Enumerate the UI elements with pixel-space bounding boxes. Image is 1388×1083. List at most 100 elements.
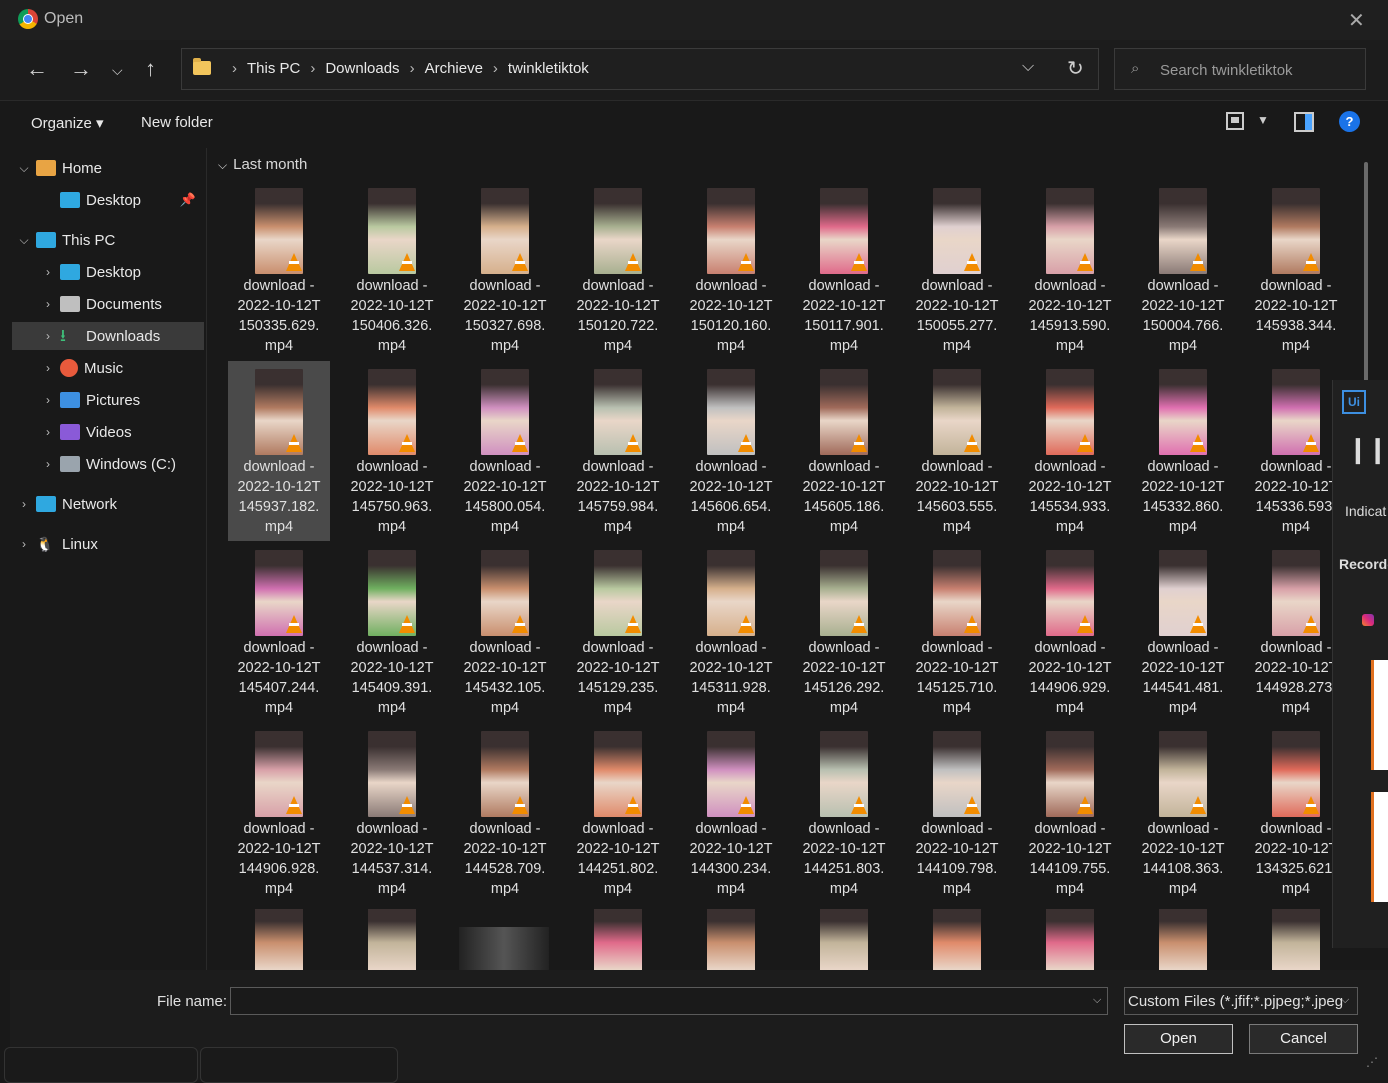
recent-locations-icon[interactable]: ⌵ [112, 62, 123, 79]
chevron-right-icon[interactable]: › [36, 425, 60, 439]
file-tile[interactable]: download - 2022-10-12T 145759.984. mp4 [567, 361, 669, 541]
file-tile[interactable]: download - 2022-10-12T 145606.654. mp4 [680, 361, 782, 541]
file-tile[interactable]: download - 2022-10-12T 145129.235. mp4 [567, 542, 669, 722]
file-tile[interactable]: download - 2022-10-12T 145534.933. mp4 [1019, 361, 1121, 541]
file-tile[interactable]: download - 2022-10-12T 145603.555. mp4 [906, 361, 1008, 541]
video-thumbnail[interactable] [707, 909, 755, 970]
recorder-card[interactable] [1371, 792, 1388, 902]
chevron-down-icon[interactable]: ⌵ [1093, 994, 1101, 1007]
chevron-down-icon[interactable]: ⌵ [1341, 994, 1349, 1007]
change-view-icon[interactable] [1226, 112, 1244, 130]
sidebar-item-network[interactable]: › Network [12, 490, 204, 518]
back-icon[interactable]: ← [26, 56, 48, 82]
file-tile[interactable]: download - 2022-10-12T 145913.590. mp4 [1019, 180, 1121, 360]
chevron-down-icon[interactable]: ⌵ [12, 233, 36, 248]
chevron-right-icon[interactable]: › [36, 265, 60, 279]
group-header[interactable]: ⌵ Last month [218, 156, 307, 173]
organize-button[interactable]: Organize ▾ [31, 114, 104, 132]
chevron-down-icon[interactable]: ⌵ [1022, 58, 1034, 76]
file-tile[interactable]: download - 2022-10-12T 144906.929. mp4 [1019, 542, 1121, 722]
chevron-right-icon[interactable]: › [12, 497, 36, 511]
file-tile[interactable]: download - 2022-10-12T 144300.234. mp4 [680, 723, 782, 903]
up-icon[interactable]: ↑ [145, 56, 156, 82]
file-tile[interactable]: download - 2022-10-12T 145750.963. mp4 [341, 361, 443, 541]
search-input[interactable] [1158, 55, 1362, 85]
chevron-right-icon[interactable]: › [36, 329, 60, 343]
file-tile[interactable]: download - 2022-10-12T 145126.292. mp4 [793, 542, 895, 722]
file-tile[interactable]: download - 2022-10-12T 150406.326. mp4 [341, 180, 443, 360]
file-tile[interactable]: download - 2022-10-12T 150327.698. mp4 [454, 180, 556, 360]
new-folder-button[interactable]: New folder [141, 114, 213, 131]
file-tile[interactable]: download - 2022-10-12T 144541.481. mp4 [1132, 542, 1234, 722]
file-name-input[interactable] [230, 987, 1108, 1015]
chevron-right-icon[interactable]: › [36, 393, 60, 407]
file-type-select[interactable]: Custom Files (*.jfif;*.pjpeg;*.jpeg [1124, 987, 1358, 1015]
cancel-button[interactable]: Cancel [1249, 1024, 1358, 1054]
file-tile[interactable]: download - 2022-10-12T 145800.054. mp4 [454, 361, 556, 541]
file-tile[interactable]: download - 2022-10-12T 144251.802. mp4 [567, 723, 669, 903]
file-tile[interactable]: download - 2022-10-12T 145407.244. mp4 [228, 542, 330, 722]
pause-icon[interactable]: ❙❙ [1347, 434, 1388, 465]
video-thumbnail[interactable] [594, 909, 642, 970]
file-tile[interactable]: download - 2022-10-12T 145432.105. mp4 [454, 542, 556, 722]
sidebar-item-downloads[interactable]: › ⭳ Downloads [12, 322, 204, 350]
video-thumbnail[interactable] [820, 909, 868, 970]
resize-grip-icon[interactable]: ⋰ [1366, 1055, 1378, 1069]
taskbar-button[interactable] [200, 1047, 398, 1083]
file-tile[interactable]: download - 2022-10-12T 145311.928. mp4 [680, 542, 782, 722]
file-tile[interactable]: download - 2022-10-12T 150055.277. mp4 [906, 180, 1008, 360]
file-tile[interactable]: download - 2022-10-12T 144251.803. mp4 [793, 723, 895, 903]
sidebar-item-pictures[interactable]: › Pictures [12, 386, 204, 414]
video-thumbnail[interactable] [933, 909, 981, 970]
sidebar-item-desktop[interactable]: › Desktop [12, 258, 204, 286]
video-thumbnail[interactable] [1272, 909, 1320, 970]
file-tile[interactable]: download - 2022-10-12T 145409.391. mp4 [341, 542, 443, 722]
video-thumbnail[interactable] [255, 909, 303, 970]
view-options-dropdown-icon[interactable]: ▼ [1257, 113, 1269, 127]
sidebar-item-desktop[interactable]: Desktop 📌 [12, 186, 204, 214]
forward-icon[interactable]: → [70, 56, 92, 82]
file-tile[interactable]: download - 2022-10-12T 144906.928. mp4 [228, 723, 330, 903]
file-tile[interactable]: download - 2022-10-12T 145938.344. mp4 [1245, 180, 1347, 360]
sidebar-item-home[interactable]: ⌵ Home [12, 154, 204, 182]
video-thumbnail[interactable] [1046, 909, 1094, 970]
file-tile[interactable]: download - 2022-10-12T 145605.186. mp4 [793, 361, 895, 541]
chevron-right-icon[interactable]: › [36, 361, 60, 375]
sidebar-item-this-pc[interactable]: ⌵ This PC [12, 226, 204, 254]
chevron-right-icon[interactable]: › [12, 537, 36, 551]
recorder-card[interactable] [1371, 660, 1388, 770]
file-tile[interactable]: download - 2022-10-12T 150120.160. mp4 [680, 180, 782, 360]
breadcrumb-twinkletiktok[interactable]: twinkletiktok [508, 60, 589, 77]
taskbar-button[interactable] [4, 1047, 198, 1083]
file-tile[interactable]: download - 2022-10-12T 144109.755. mp4 [1019, 723, 1121, 903]
refresh-icon[interactable]: ↻ [1067, 56, 1084, 81]
sidebar-item-linux[interactable]: › 🐧 Linux [12, 530, 204, 558]
file-tile[interactable]: download - 2022-10-12T 144537.314. mp4 [341, 723, 443, 903]
file-tile[interactable]: download - 2022-10-12T 150004.766. mp4 [1132, 180, 1234, 360]
sidebar-item-documents[interactable]: › Documents [12, 290, 204, 318]
file-tile[interactable]: download - 2022-10-12T 150117.901. mp4 [793, 180, 895, 360]
close-icon[interactable]: ✕ [1348, 8, 1365, 33]
help-icon[interactable]: ? [1339, 111, 1360, 132]
breadcrumb-downloads[interactable]: Downloads [325, 60, 399, 77]
sidebar-item-music[interactable]: › Music [12, 354, 204, 382]
file-tile[interactable]: download - 2022-10-12T 145125.710. mp4 [906, 542, 1008, 722]
file-tile[interactable]: download - 2022-10-12T 150120.722. mp4 [567, 180, 669, 360]
open-button[interactable]: Open [1124, 1024, 1233, 1054]
chevron-right-icon[interactable]: › [36, 297, 60, 311]
breadcrumb-this-pc[interactable]: This PC [247, 60, 300, 77]
preview-pane-icon[interactable] [1294, 112, 1314, 132]
file-tile[interactable]: download - 2022-10-12T 145937.182. mp4 [228, 361, 330, 541]
video-thumbnail[interactable] [1159, 909, 1207, 970]
file-tile[interactable]: download - 2022-10-12T 145332.860. mp4 [1132, 361, 1234, 541]
sidebar-item-videos[interactable]: › Videos [12, 418, 204, 446]
chevron-down-icon[interactable]: ⌵ [12, 161, 36, 176]
sidebar-item-windows-c[interactable]: › Windows (C:) [12, 450, 204, 478]
chevron-right-icon[interactable]: › [36, 457, 60, 471]
file-tile[interactable]: download - 2022-10-12T 144108.363. mp4 [1132, 723, 1234, 903]
breadcrumb-archieve[interactable]: Archieve [425, 60, 483, 77]
video-thumbnail[interactable] [368, 909, 416, 970]
file-tile[interactable]: download - 2022-10-12T 150335.629. mp4 [228, 180, 330, 360]
video-thumbnail[interactable] [459, 927, 549, 970]
file-tile[interactable]: download - 2022-10-12T 144109.798. mp4 [906, 723, 1008, 903]
